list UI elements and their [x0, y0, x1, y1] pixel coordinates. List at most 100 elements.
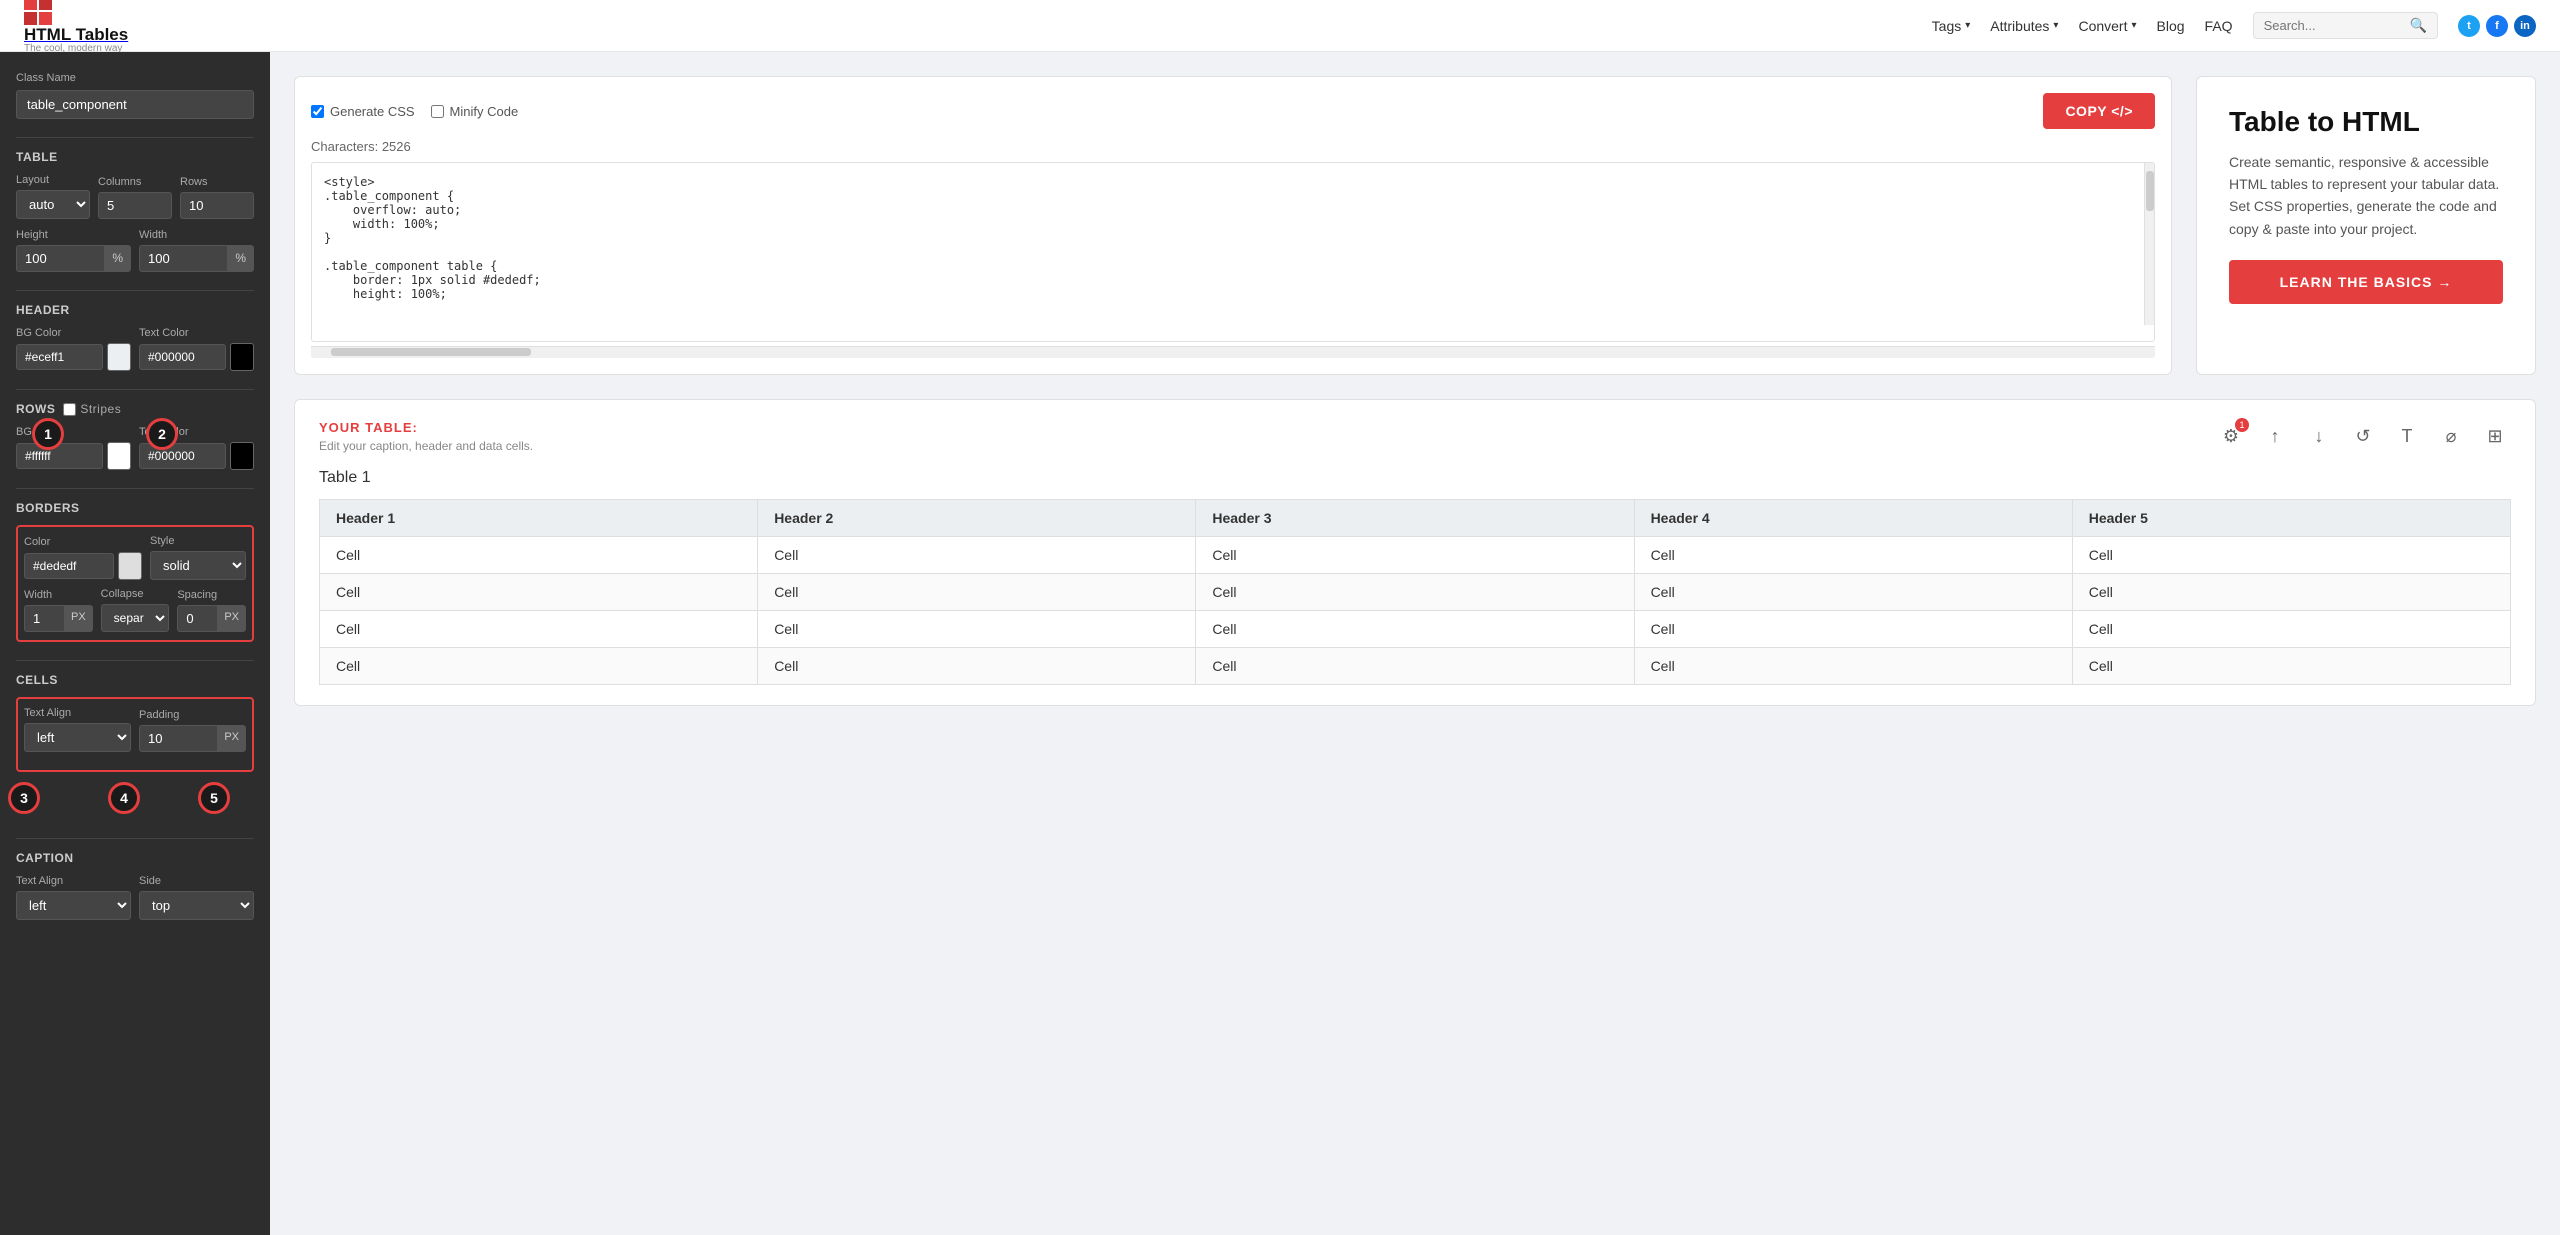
table-header-1[interactable]: Header 1 — [320, 500, 758, 537]
toolbar-slash-icon[interactable]: ⌀ — [2435, 420, 2467, 452]
table-header-2[interactable]: Header 2 — [758, 500, 1196, 537]
chevron-down-icon: ▾ — [2131, 20, 2136, 31]
table-header-row: Header 1 Header 2 Header 3 Header 4 Head… — [320, 500, 2511, 537]
spacing-label: Spacing — [177, 589, 246, 601]
caption-text-align-select[interactable]: left center right — [16, 891, 131, 920]
cells-section: CELLS Text Align left center right Paddi… — [16, 660, 254, 772]
header-bg-input[interactable] — [16, 344, 103, 370]
nav-link-tags[interactable]: Tags ▾ — [1932, 18, 1971, 34]
border-color-col: Color — [24, 536, 142, 580]
table-cell-0-2[interactable]: Cell — [1196, 537, 1634, 574]
table-cell-3-1[interactable]: Cell — [758, 648, 1196, 685]
your-table-subtitle: Edit your caption, header and data cells… — [319, 439, 533, 453]
nav-link-blog[interactable]: Blog — [2157, 18, 2185, 34]
table-header-3[interactable]: Header 3 — [1196, 500, 1634, 537]
rows-input[interactable] — [180, 192, 254, 219]
collapse-col: Collapse separate collapse — [101, 588, 170, 632]
chevron-down-icon: ▾ — [1965, 20, 1970, 31]
table-cell-0-1[interactable]: Cell — [758, 537, 1196, 574]
toolbar-refresh-icon[interactable]: ↺ — [2347, 420, 2379, 452]
table-cell-1-2[interactable]: Cell — [1196, 574, 1634, 611]
class-name-input[interactable] — [16, 90, 254, 119]
copy-button[interactable]: COPY </> — [2043, 93, 2155, 129]
table-cell-2-3[interactable]: Cell — [1634, 611, 2072, 648]
nav-link-attributes[interactable]: Attributes ▾ — [1990, 18, 2058, 34]
height-input[interactable] — [16, 245, 105, 272]
padding-label: Padding — [139, 709, 246, 721]
header-bg-swatch[interactable] — [107, 343, 131, 371]
generate-css-checkbox-label[interactable]: Generate CSS — [311, 104, 415, 119]
table-cell-2-1[interactable]: Cell — [758, 611, 1196, 648]
code-area[interactable]: <style> .table_component { overflow: aut… — [311, 162, 2155, 342]
table-cell-2-0[interactable]: Cell — [320, 611, 758, 648]
content-area: Generate CSS Minify Code COPY </> Charac… — [270, 52, 2560, 1235]
table-cell-1-4[interactable]: Cell — [2072, 574, 2510, 611]
header-bg-col: BG Color — [16, 327, 131, 371]
facebook-link[interactable]: f — [2486, 15, 2508, 37]
width-input[interactable] — [139, 245, 228, 272]
header-text-swatch[interactable] — [230, 343, 254, 371]
table-cell-3-4[interactable]: Cell — [2072, 648, 2510, 685]
table-layout-row: Layout auto Columns Rows — [16, 174, 254, 219]
border-color-swatch[interactable] — [118, 552, 142, 580]
rows-bg-input[interactable] — [16, 443, 103, 469]
table-cell-2-2[interactable]: Cell — [1196, 611, 1634, 648]
search-icon: 🔍 — [2410, 17, 2427, 34]
layout-select[interactable]: auto — [16, 190, 90, 219]
minify-checkbox[interactable] — [431, 105, 444, 118]
header-color-row: BG Color Text Color — [16, 327, 254, 371]
nav-link-faq[interactable]: FAQ — [2205, 18, 2233, 34]
rows-text-swatch[interactable] — [230, 442, 254, 470]
linkedin-link[interactable]: in — [2514, 15, 2536, 37]
text-icon: T — [2402, 426, 2413, 447]
table-cell-1-3[interactable]: Cell — [1634, 574, 2072, 611]
minify-checkbox-label[interactable]: Minify Code — [431, 104, 519, 119]
table-row: CellCellCellCellCell — [320, 648, 2511, 685]
table-cell-0-0[interactable]: Cell — [320, 537, 758, 574]
generate-css-label: Generate CSS — [330, 104, 415, 119]
generate-css-checkbox[interactable] — [311, 105, 324, 118]
stripes-checkbox[interactable] — [63, 403, 76, 416]
spacing-col: Spacing PX — [177, 589, 246, 632]
toolbar-export-icon[interactable]: ↑ — [2259, 420, 2291, 452]
table-cell-0-4[interactable]: Cell — [2072, 537, 2510, 574]
chars-info: Characters: 2526 — [311, 139, 2155, 154]
table-header-5[interactable]: Header 5 — [2072, 500, 2510, 537]
border-width-label: Width — [24, 589, 93, 601]
nav-link-convert[interactable]: Convert ▾ — [2078, 18, 2136, 34]
spacing-input[interactable] — [177, 605, 218, 632]
learn-basics-button[interactable]: LEARN THE BASICS → — [2229, 260, 2503, 304]
text-align-select[interactable]: left center right — [24, 723, 131, 752]
collapse-select[interactable]: separate collapse — [101, 604, 170, 632]
spacing-unit: PX — [218, 605, 246, 632]
table-cell-1-1[interactable]: Cell — [758, 574, 1196, 611]
search-input[interactable] — [2264, 18, 2404, 33]
table-cell-3-2[interactable]: Cell — [1196, 648, 1634, 685]
padding-input[interactable] — [139, 725, 218, 752]
toolbar-download-icon[interactable]: ↓ — [2303, 420, 2335, 452]
table-cell-3-3[interactable]: Cell — [1634, 648, 2072, 685]
twitter-link[interactable]: t — [2458, 15, 2480, 37]
table-cell-1-0[interactable]: Cell — [320, 574, 758, 611]
toolbar-settings-icon[interactable]: ⚙ 1 — [2215, 420, 2247, 452]
layout-label: Layout — [16, 174, 90, 186]
chevron-down-icon: ▾ — [2053, 20, 2058, 31]
border-style-select[interactable]: solid dashed dotted — [150, 551, 246, 580]
border-color-input[interactable] — [24, 553, 114, 579]
border-width-input[interactable] — [24, 605, 65, 632]
caption-side-select[interactable]: top bottom — [139, 891, 254, 920]
nav-logo[interactable]: HTML Tables The cool, modern way — [24, 0, 128, 54]
header-text-input[interactable] — [139, 344, 226, 370]
horizontal-scrollbar[interactable] — [311, 346, 2155, 358]
table-cell-3-0[interactable]: Cell — [320, 648, 758, 685]
table-cell-2-4[interactable]: Cell — [2072, 611, 2510, 648]
border-width-unit: PX — [65, 605, 93, 632]
table-header-4[interactable]: Header 4 — [1634, 500, 2072, 537]
rows-bg-swatch[interactable] — [107, 442, 131, 470]
code-panel: Generate CSS Minify Code COPY </> Charac… — [294, 76, 2172, 375]
nav-search-box: 🔍 — [2253, 12, 2438, 39]
table-cell-0-3[interactable]: Cell — [1634, 537, 2072, 574]
toolbar-expand-icon[interactable]: ⊞ — [2479, 420, 2511, 452]
toolbar-text-icon[interactable]: T — [2391, 420, 2423, 452]
columns-input[interactable] — [98, 192, 172, 219]
